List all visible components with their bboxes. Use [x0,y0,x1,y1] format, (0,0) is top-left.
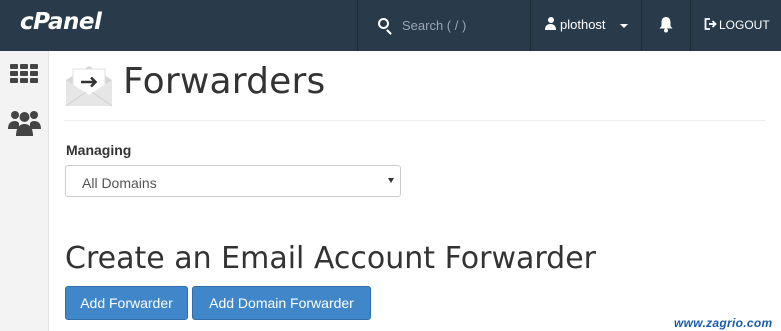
divider [64,120,766,121]
domain-select-value: All Domains [82,175,157,191]
add-forwarder-button[interactable]: Add Forwarder [65,286,188,320]
logout-button[interactable]: LOGOUT [691,0,781,51]
managing-label: Managing [66,142,132,158]
top-bar: cPanel plothost LOGOUT [0,0,781,51]
user-menu[interactable]: plothost [531,0,641,51]
page-title: Forwarders [123,61,326,102]
username: plothost [560,17,606,32]
logout-label: LOGOUT [719,18,770,32]
notifications-button[interactable] [642,0,690,51]
dropdown-arrow-icon [388,178,394,183]
forwarders-icon [65,66,113,107]
cpanel-logo[interactable]: cPanel [20,9,102,35]
users-icon[interactable] [8,108,41,136]
watermark: www.zagrio.com [674,316,773,330]
search-input[interactable] [402,15,522,35]
chevron-down-icon [620,24,628,28]
search-icon [378,18,389,29]
search-box[interactable] [358,0,530,51]
add-domain-forwarder-button[interactable]: Add Domain Forwarder [192,286,371,320]
domain-select[interactable]: All Domains [65,165,401,197]
grid-icon[interactable] [10,64,38,84]
user-icon [545,17,556,30]
logout-icon [704,18,717,30]
section-title: Create an Email Account Forwarder [65,241,597,276]
sidebar [0,51,49,331]
bell-icon [659,17,673,33]
